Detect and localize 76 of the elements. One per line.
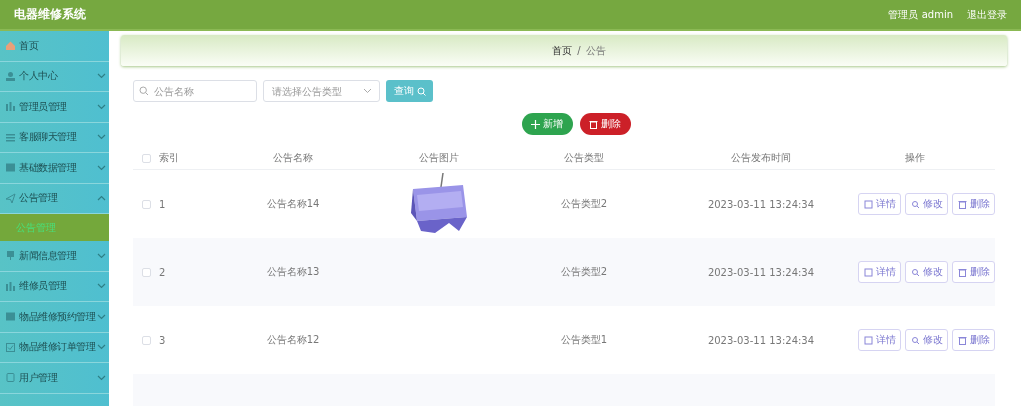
- table-cell: 公告名称13: [266, 265, 320, 279]
- home-icon: [5, 40, 16, 52]
- edit-button[interactable]: 修改: [905, 193, 948, 215]
- delete-button[interactable]: 删除: [952, 329, 995, 351]
- square-icon: [5, 372, 16, 384]
- add-button[interactable]: 新增: [521, 113, 573, 135]
- edit-icon: [910, 199, 920, 209]
- menu-item[interactable]: 管理员管理: [0, 92, 109, 123]
- menu-item[interactable]: 用户管理: [0, 363, 109, 394]
- type-select[interactable]: 请选择公告类型: [263, 80, 380, 102]
- detail-icon: [863, 267, 873, 277]
- detail-button[interactable]: 详情: [858, 193, 901, 215]
- edit-button[interactable]: 修改: [905, 261, 948, 283]
- menu-item[interactable]: 首页: [0, 31, 109, 62]
- table-cell: 2: [159, 266, 166, 278]
- edit-icon: [910, 267, 920, 277]
- breadcrumb-item: 公告: [585, 43, 606, 58]
- table-cell: 1: [159, 198, 166, 210]
- user-icon: [5, 70, 16, 82]
- menu-item[interactable]: 个人中心: [0, 61, 109, 92]
- send-icon: [5, 192, 16, 204]
- column-header: 公告图片: [419, 151, 459, 165]
- menu-item[interactable]: 基础数据管理: [0, 153, 109, 184]
- logout-link[interactable]: 退出登录: [967, 7, 1007, 22]
- table-cell: 公告类型2: [560, 265, 608, 279]
- trash-icon: [957, 199, 967, 209]
- row-checkbox[interactable]: [141, 199, 151, 209]
- table-cell: 3: [159, 334, 166, 346]
- search-icon: [139, 86, 149, 96]
- document-icon: [5, 311, 16, 323]
- chart-icon: [5, 280, 16, 292]
- column-header: 索引: [159, 151, 179, 165]
- edit-icon: [910, 335, 920, 345]
- table-cell: 2023-03-11 13:24:34: [707, 198, 815, 210]
- breadcrumb-separator: /: [577, 45, 581, 56]
- menu-item[interactable]: 物品维修订单管理: [0, 332, 109, 363]
- detail-button[interactable]: 详情: [858, 261, 901, 283]
- delete-button[interactable]: 删除: [952, 193, 995, 215]
- row-checkbox[interactable]: [141, 335, 151, 345]
- plus-icon: [531, 119, 540, 129]
- dropdown-icon: [363, 88, 372, 94]
- table-cell: 公告类型2: [560, 197, 608, 211]
- select-all-checkbox[interactable]: [141, 153, 151, 163]
- table-cell: 公告名称12: [266, 333, 320, 347]
- detail-button[interactable]: 详情: [858, 329, 901, 351]
- menu-item[interactable]: 维修员管理: [0, 271, 109, 302]
- detail-icon: [863, 199, 873, 209]
- search-field[interactable]: 公告名称: [133, 80, 257, 102]
- edit-button[interactable]: 修改: [905, 329, 948, 351]
- column-header: 操作: [905, 151, 925, 165]
- trash-icon: [589, 119, 598, 129]
- user-label: 管理员 admin: [888, 7, 953, 22]
- column-header: 公告发布时间: [731, 151, 791, 165]
- delete-button[interactable]: 删除: [579, 113, 631, 135]
- table-cell: 公告名称14: [266, 197, 320, 211]
- checkbox-icon: [5, 341, 16, 353]
- table-cell: 2023-03-11 13:24:34: [707, 334, 815, 346]
- detail-icon: [863, 335, 873, 345]
- list-icon: [5, 131, 16, 143]
- chart-icon: [5, 101, 16, 113]
- delete-button[interactable]: 删除: [952, 261, 995, 283]
- menu-item[interactable]: 物品维修预约管理: [0, 302, 109, 333]
- menu-item[interactable]: 客服聊天管理: [0, 122, 109, 153]
- menu-item[interactable]: 新闻信息管理: [0, 241, 109, 272]
- column-header: 公告类型: [564, 151, 604, 165]
- row-checkbox[interactable]: [141, 267, 151, 277]
- trash-icon: [957, 267, 967, 277]
- trash-icon: [957, 335, 967, 345]
- app-title: 电器维修系统: [14, 6, 86, 23]
- document-icon: [5, 162, 16, 174]
- search-icon: [416, 86, 426, 96]
- column-header: 公告名称: [273, 151, 313, 165]
- pin-icon: [5, 250, 16, 262]
- table-cell: 公告类型1: [560, 333, 608, 347]
- table-cell: 2023-03-11 13:24:34: [707, 266, 815, 278]
- breadcrumb-item[interactable]: 首页: [552, 43, 573, 58]
